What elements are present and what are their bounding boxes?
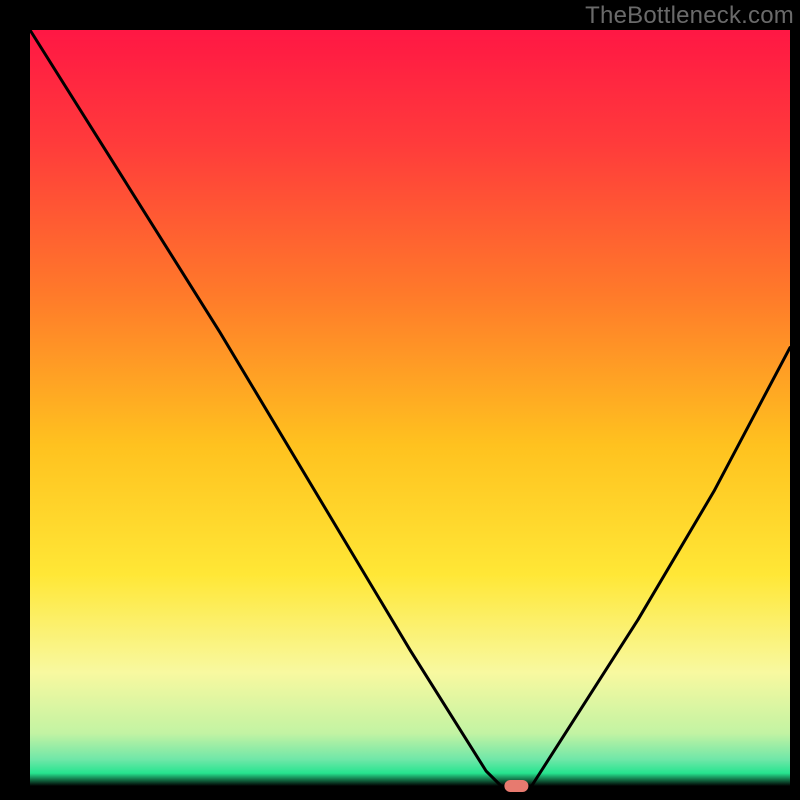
- bottleneck-chart: [0, 0, 800, 800]
- watermark-label: TheBottleneck.com: [585, 2, 794, 30]
- plot-background: [30, 30, 790, 786]
- optimal-marker: [504, 780, 528, 792]
- chart-container: TheBottleneck.com: [0, 0, 800, 800]
